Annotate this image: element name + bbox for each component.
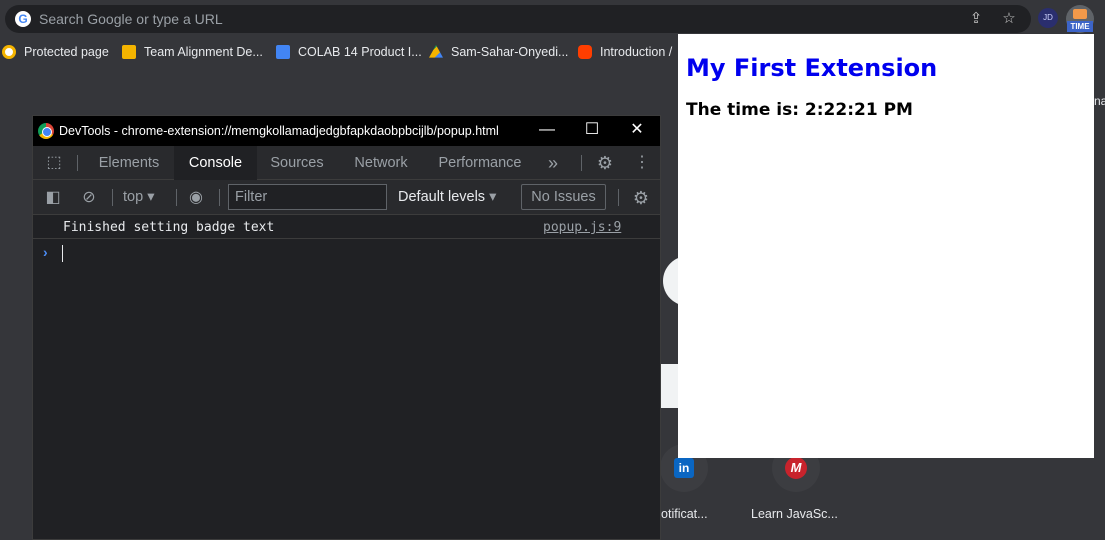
kebab-menu-icon[interactable]: ⋮ (633, 154, 651, 172)
devtools-titlebar[interactable]: DevTools - chrome-extension://memgkollam… (33, 116, 660, 146)
bookmark-sam-sahar[interactable]: Sam-Sahar-Onyedi... (429, 43, 568, 61)
jd-extension-icon[interactable]: JD (1038, 8, 1058, 28)
bookmark-protected-page[interactable]: Protected page (2, 43, 109, 61)
console-prompt-icon: › (43, 244, 48, 260)
linkedin-icon: in (674, 458, 694, 478)
share-icon[interactable]: ⇪ (967, 10, 985, 28)
divider (112, 189, 113, 206)
devtools-tabs: ⬚ Elements Console Sources Network Perfo… (33, 146, 660, 180)
maximize-icon[interactable]: ☐ (582, 120, 602, 140)
page-text-fragment: na (1094, 94, 1105, 108)
time-extension-icon[interactable]: TIME (1066, 5, 1094, 33)
more-tabs-icon[interactable]: » (544, 154, 562, 172)
google-icon: G (15, 11, 31, 27)
tab-elements[interactable]: Elements (85, 146, 173, 180)
settings-gear-icon[interactable]: ⚙ (596, 154, 614, 172)
devtools-window: DevTools - chrome-extension://memgkollam… (32, 115, 661, 540)
inspect-element-icon[interactable]: ⬚ (45, 154, 63, 172)
bookmark-team-alignment[interactable]: Team Alignment De... (122, 43, 263, 61)
divider (219, 189, 220, 206)
bookmark-label: COLAB 14 Product I... (298, 45, 422, 59)
chrome-icon (38, 123, 54, 139)
devtools-title: DevTools - chrome-extension://memgkollam… (59, 124, 499, 138)
bookmark-colab[interactable]: COLAB 14 Product I... (276, 43, 422, 61)
omnibox[interactable]: G Search Google or type a URL ⇪ ☆ (5, 5, 1031, 33)
docs-icon (276, 45, 290, 59)
minimize-icon[interactable]: — (537, 120, 557, 140)
gift-icon (1073, 9, 1087, 19)
context-selector[interactable]: top ▾ (123, 189, 154, 205)
filter-input[interactable] (228, 184, 387, 210)
search-box-fragment[interactable] (661, 364, 679, 408)
toolbar: G Search Google or type a URL ⇪ ☆ JD TIM… (0, 0, 1105, 37)
divider (618, 189, 619, 206)
log-message-text: Finished setting badge text (63, 220, 275, 235)
divider (176, 189, 177, 206)
tab-performance[interactable]: Performance (426, 146, 534, 180)
svelte-icon (578, 45, 592, 59)
divider (581, 155, 582, 171)
protected-page-icon (2, 45, 16, 59)
tab-sources[interactable]: Sources (259, 146, 335, 180)
extension-badge: TIME (1067, 21, 1093, 32)
close-icon[interactable]: ✕ (627, 120, 647, 140)
log-source-link[interactable]: popup.js:9 (543, 220, 621, 235)
clear-console-icon[interactable]: ⊘ (79, 188, 99, 208)
sidebar-toggle-icon[interactable]: ◧ (43, 188, 63, 208)
bookmark-label: Team Alignment De... (144, 45, 263, 59)
issues-button[interactable]: No Issues (521, 184, 606, 210)
tab-console[interactable]: Console (174, 146, 257, 180)
console-settings-icon[interactable]: ⚙ (631, 188, 651, 208)
levels-value: Default levels (398, 189, 486, 205)
m-logo-icon: M (785, 457, 807, 479)
popup-title: My First Extension (686, 54, 938, 82)
shortcut-label: Learn JavaSc... (751, 507, 838, 521)
omnibox-placeholder: Search Google or type a URL (39, 11, 223, 27)
console-toolbar: ◧ ⊘ top ▾ ◉ Default levels ▾ No Issues ⚙ (33, 180, 660, 215)
bookmark-label: Introduction / (600, 45, 673, 59)
bookmark-label: Protected page (24, 45, 109, 59)
divider (77, 155, 78, 171)
log-levels-dropdown[interactable]: Default levels ▾ (398, 189, 496, 205)
console-input-caret[interactable] (62, 245, 63, 262)
tab-network[interactable]: Network (338, 146, 424, 180)
slides-icon (122, 45, 136, 59)
bookmark-star-icon[interactable]: ☆ (1000, 10, 1018, 28)
bookmark-introduction[interactable]: Introduction / (578, 43, 672, 61)
popup-time-text: The time is: 2:22:21 PM (686, 100, 913, 120)
extension-popup: My First Extension The time is: 2:22:21 … (678, 34, 1094, 458)
drive-icon (429, 45, 443, 58)
eye-icon[interactable]: ◉ (186, 188, 206, 208)
bookmark-label: Sam-Sahar-Onyedi... (451, 45, 569, 59)
console-message: Finished setting badge text popup.js:9 (33, 215, 660, 239)
context-value: top (123, 189, 144, 205)
